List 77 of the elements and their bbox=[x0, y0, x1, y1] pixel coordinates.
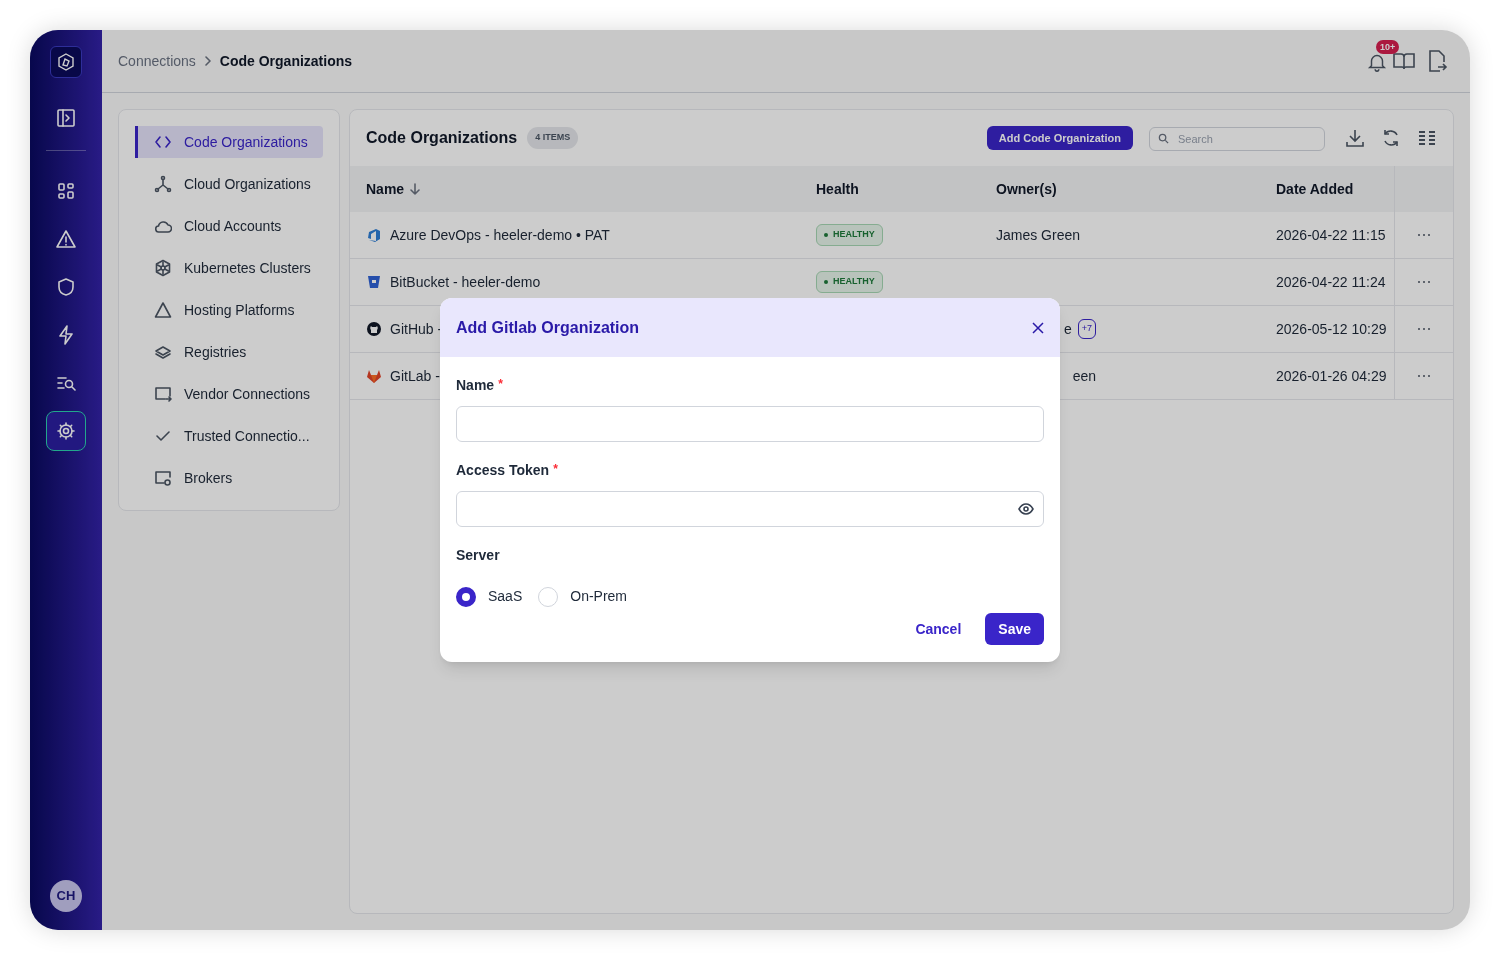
nav-item[interactable]: Code Organizations bbox=[135, 126, 323, 158]
nav-item[interactable]: Vendor Connections bbox=[135, 378, 323, 410]
health-badge: HEALTHY bbox=[816, 224, 883, 246]
save-button[interactable]: Save bbox=[985, 613, 1044, 645]
nav-item[interactable]: Registries bbox=[135, 336, 323, 368]
table-cell-text: James Green bbox=[996, 225, 1081, 245]
nav-item[interactable]: Hosting Platforms bbox=[135, 294, 323, 326]
nav-item[interactable]: Kubernetes Clusters bbox=[135, 252, 323, 284]
refresh-icon[interactable] bbox=[1381, 128, 1401, 148]
close-icon[interactable] bbox=[1032, 321, 1044, 334]
password-field[interactable] bbox=[456, 491, 1044, 527]
code-icon bbox=[154, 133, 172, 151]
settings-button[interactable] bbox=[46, 411, 86, 451]
nav-item[interactable]: Trusted Connectio... bbox=[135, 420, 323, 452]
network-icon bbox=[154, 175, 172, 193]
breadcrumb-current: Code Organizations bbox=[219, 51, 353, 71]
input-field[interactable] bbox=[456, 406, 1044, 442]
notification-badge: 10+ bbox=[1376, 40, 1400, 54]
field-label: Access Token bbox=[456, 461, 550, 480]
more-owners-badge[interactable]: +7 bbox=[1077, 319, 1096, 339]
monitor-icon bbox=[154, 385, 172, 403]
search-icon bbox=[1158, 133, 1169, 144]
shield-icon bbox=[55, 276, 77, 298]
item-count: 4 ITEMS bbox=[527, 127, 579, 149]
table-cell-text: 2026-05-12 10:29 bbox=[1276, 319, 1388, 339]
fox-icon bbox=[366, 368, 382, 384]
panel-title: Code Organizations bbox=[366, 128, 518, 148]
radio-label[interactable]: On-Prem bbox=[570, 586, 628, 607]
radio-label[interactable]: SaaS bbox=[488, 586, 523, 607]
more-icon[interactable] bbox=[1417, 233, 1431, 237]
table-cell-text: e bbox=[1063, 319, 1072, 339]
book-icon[interactable] bbox=[1392, 50, 1416, 72]
table-cell-text: 2026-01-26 04:29 bbox=[1276, 366, 1388, 386]
logo-icon[interactable] bbox=[50, 46, 82, 78]
eye-icon[interactable] bbox=[1018, 503, 1034, 515]
nav-item[interactable]: Brokers bbox=[135, 462, 323, 494]
table-cell: BitBucket - heeler-demo bbox=[350, 271, 816, 293]
column-header[interactable]: Owner(s) bbox=[996, 178, 1276, 200]
download-icon[interactable] bbox=[1345, 128, 1365, 148]
more-icon[interactable] bbox=[1417, 374, 1431, 378]
cancel-button[interactable]: Cancel bbox=[915, 618, 962, 640]
required-mark: * bbox=[553, 461, 558, 478]
sort-arrow-icon bbox=[410, 183, 421, 195]
table-cell-text: 2026-04-22 11:15 bbox=[1276, 225, 1387, 245]
field-label: Server bbox=[456, 546, 501, 565]
settings-icon bbox=[55, 420, 77, 442]
columns-icon[interactable] bbox=[1417, 128, 1437, 148]
field-label: Name bbox=[456, 376, 495, 395]
required-mark: * bbox=[498, 376, 503, 393]
broker-icon bbox=[154, 469, 172, 487]
table-cell-text: 2026-04-22 11:24 bbox=[1276, 272, 1387, 292]
table-cell: Azure DevOps - heeler-demo • PAT bbox=[350, 224, 816, 246]
search-field[interactable]: Search bbox=[1149, 127, 1325, 151]
bucket-icon bbox=[366, 274, 382, 290]
column-header[interactable]: Name bbox=[350, 178, 816, 200]
health-badge: HEALTHY bbox=[816, 271, 883, 293]
nav-item[interactable]: Cloud Organizations bbox=[135, 168, 323, 200]
sidebar-toggle-icon bbox=[55, 107, 77, 129]
logout-icon[interactable] bbox=[1426, 49, 1448, 73]
user-avatar[interactable]: CH bbox=[50, 880, 82, 912]
chevron-icon bbox=[203, 56, 212, 66]
triangle-icon bbox=[154, 301, 172, 319]
column-header[interactable]: Date Added bbox=[1276, 178, 1394, 200]
breadcrumb-link[interactable]: Connections bbox=[118, 50, 196, 72]
layers-icon bbox=[154, 343, 172, 361]
table-cell-text: een bbox=[1072, 366, 1096, 386]
dashboard-icon bbox=[55, 180, 77, 202]
more-icon[interactable] bbox=[1417, 327, 1431, 331]
nav-item[interactable]: Cloud Accounts bbox=[135, 210, 323, 242]
cube-icon bbox=[366, 227, 382, 243]
warning-icon bbox=[55, 228, 77, 250]
radio-button[interactable] bbox=[456, 586, 476, 607]
more-icon[interactable] bbox=[1417, 280, 1431, 284]
column-header[interactable]: Health bbox=[816, 178, 996, 200]
modal-title: Add Gitlab Organization bbox=[456, 317, 640, 338]
helm-icon bbox=[154, 259, 172, 277]
add-button[interactable]: Add Code Organization bbox=[986, 126, 1133, 150]
